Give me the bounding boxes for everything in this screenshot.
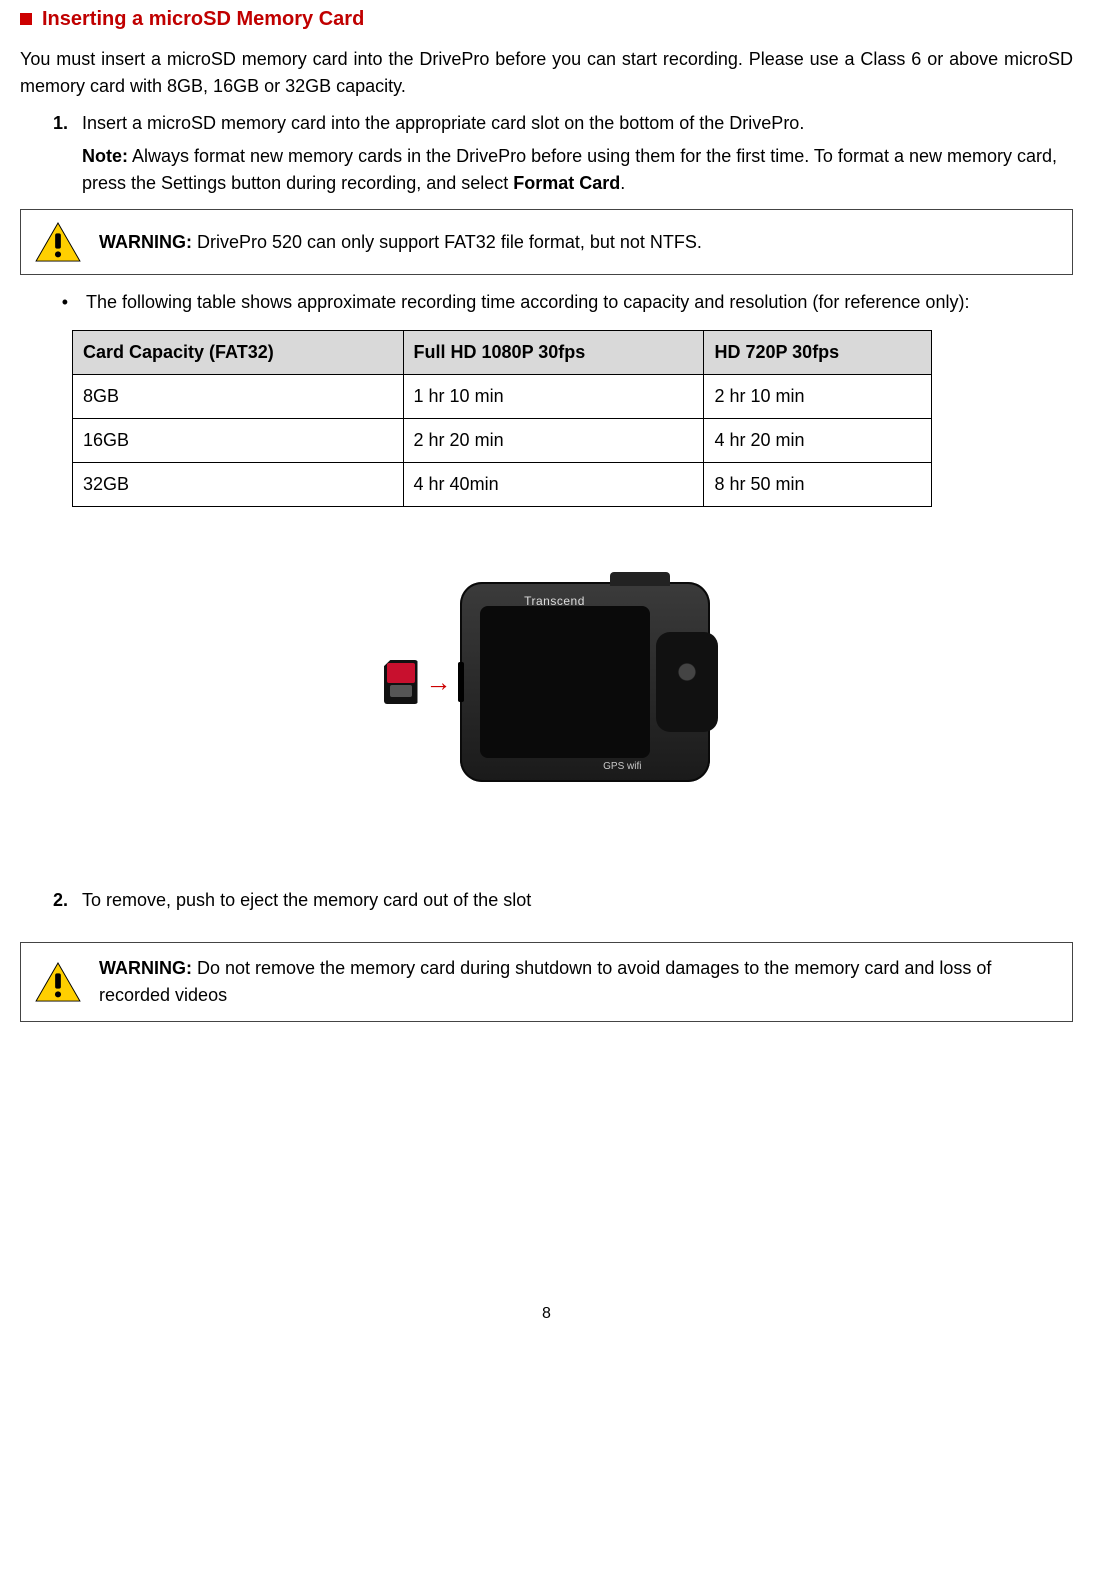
th-capacity: Card Capacity (FAT32) xyxy=(73,331,404,375)
arrow-right-icon: → xyxy=(426,663,452,702)
note-format-card: Format Card xyxy=(513,173,620,193)
note-period: . xyxy=(620,173,625,193)
cell: 4 hr 20 min xyxy=(704,419,932,463)
step-2-text: To remove, push to eject the memory card… xyxy=(82,887,1073,914)
warning-1-label: WARNING: xyxy=(99,232,192,252)
th-720p: HD 720P 30fps xyxy=(704,331,932,375)
device-lens-icon xyxy=(656,632,718,732)
warning-2-text: WARNING: Do not remove the memory card d… xyxy=(99,955,1058,1009)
cell: 2 hr 20 min xyxy=(403,419,704,463)
device-mount-icon xyxy=(610,572,670,586)
warning-box-1: WARNING: DrivePro 520 can only support F… xyxy=(20,209,1073,275)
bullet-text: The following table shows approximate re… xyxy=(86,289,1073,316)
bullet-item: • The following table shows approximate … xyxy=(20,289,1073,316)
th-1080p: Full HD 1080P 30fps xyxy=(403,331,704,375)
microsd-card-icon xyxy=(384,660,418,704)
note-label: Note: xyxy=(82,146,128,166)
step-1-note: Note: Always format new memory cards in … xyxy=(82,143,1073,197)
microsd-label-icon xyxy=(387,663,415,683)
section-bullet-icon xyxy=(20,13,32,25)
section-heading: Inserting a microSD Memory Card xyxy=(42,4,364,34)
cell: 2 hr 10 min xyxy=(704,375,932,419)
table-row: 8GB 1 hr 10 min 2 hr 10 min xyxy=(73,375,932,419)
table-row: 32GB 4 hr 40min 8 hr 50 min xyxy=(73,463,932,507)
section-heading-row: Inserting a microSD Memory Card xyxy=(20,4,1073,34)
cell: 8 hr 50 min xyxy=(704,463,932,507)
table-header-row: Card Capacity (FAT32) Full HD 1080P 30fp… xyxy=(73,331,932,375)
page-number: 8 xyxy=(20,1302,1073,1326)
drivepro-device-icon: Transcend GPS wifi xyxy=(460,582,710,782)
cell: 8GB xyxy=(73,375,404,419)
cell: 4 hr 40min xyxy=(403,463,704,507)
warning-2-body: Do not remove the memory card during shu… xyxy=(99,958,991,1005)
cell: 1 hr 10 min xyxy=(403,375,704,419)
warning-icon xyxy=(35,222,81,262)
cell: 16GB xyxy=(73,419,404,463)
device-badge-label: GPS wifi xyxy=(603,759,641,774)
cell: 32GB xyxy=(73,463,404,507)
device-figure: → Transcend GPS wifi xyxy=(20,567,1073,797)
table-row: 16GB 2 hr 20 min 4 hr 20 min xyxy=(73,419,932,463)
bullet-dot-icon: • xyxy=(20,289,72,316)
warning-1-text: WARNING: DrivePro 520 can only support F… xyxy=(99,229,1058,256)
warning-icon xyxy=(35,962,81,1002)
warning-2-label: WARNING: xyxy=(99,958,192,978)
step-1-text: Insert a microSD memory card into the ap… xyxy=(82,110,1073,137)
step-2-number: 2. xyxy=(20,887,72,914)
warning-1-body: DrivePro 520 can only support FAT32 file… xyxy=(192,232,702,252)
warning-box-2: WARNING: Do not remove the memory card d… xyxy=(20,942,1073,1022)
recording-time-table: Card Capacity (FAT32) Full HD 1080P 30fp… xyxy=(72,330,932,507)
device-card-slot-icon xyxy=(458,662,464,702)
intro-paragraph: You must insert a microSD memory card in… xyxy=(20,46,1073,100)
step-1: 1. Insert a microSD memory card into the… xyxy=(20,110,1073,197)
step-1-number: 1. xyxy=(20,110,72,197)
step-2: 2. To remove, push to eject the memory c… xyxy=(20,887,1073,914)
device-screen-icon xyxy=(480,606,650,758)
